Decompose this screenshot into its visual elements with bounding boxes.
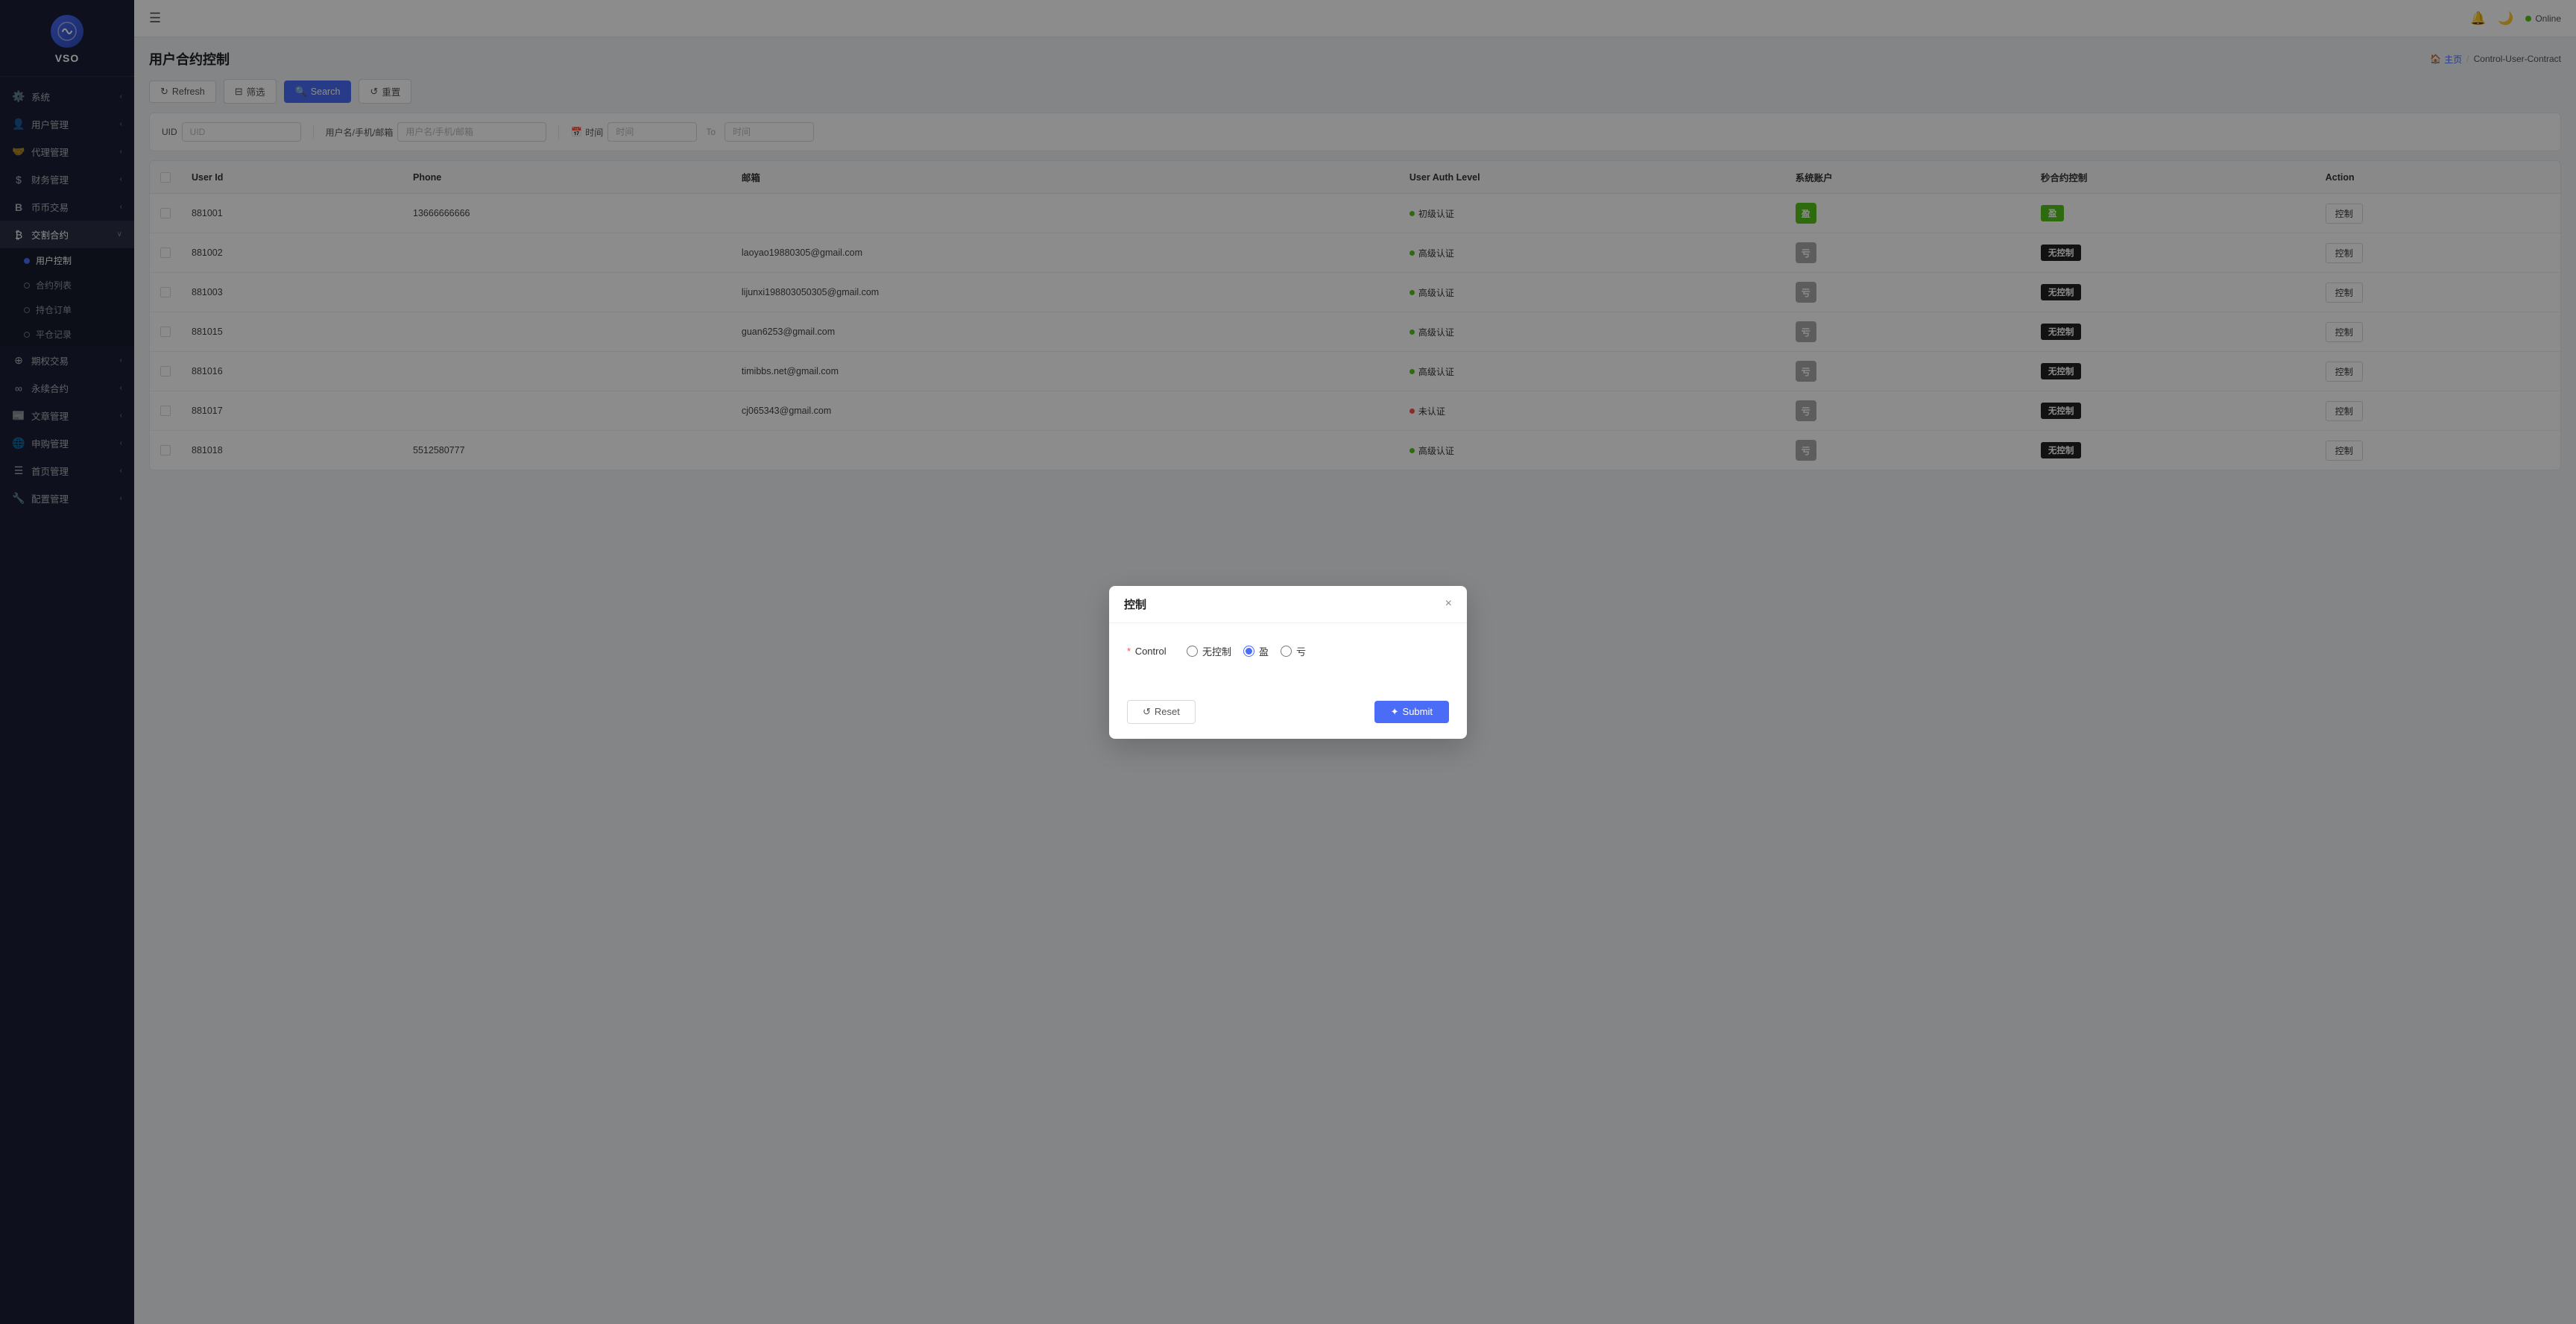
control-modal: 控制 × * Control 无控制 盈 bbox=[1109, 586, 1467, 739]
control-form-label: * Control bbox=[1127, 646, 1187, 657]
control-label-text: Control bbox=[1135, 646, 1167, 657]
submit-icon: ✦ bbox=[1391, 706, 1399, 718]
modal-header: 控制 × bbox=[1109, 586, 1467, 623]
modal-close-button[interactable]: × bbox=[1445, 598, 1452, 610]
control-radio-group: 无控制 盈 亏 bbox=[1187, 644, 1306, 658]
radio-no-control[interactable]: 无控制 bbox=[1187, 644, 1231, 658]
modal-submit-button[interactable]: ✦ Submit bbox=[1374, 701, 1449, 723]
radio-loss[interactable]: 亏 bbox=[1281, 644, 1306, 658]
radio-label-loss: 亏 bbox=[1296, 644, 1306, 658]
modal-submit-label: Submit bbox=[1403, 706, 1433, 717]
modal-title: 控制 bbox=[1124, 596, 1146, 612]
modal-footer: ↺ Reset ✦ Submit bbox=[1109, 691, 1467, 739]
modal-reset-label: Reset bbox=[1155, 706, 1180, 717]
required-star: * bbox=[1127, 646, 1131, 657]
radio-label-no-control: 无控制 bbox=[1202, 644, 1231, 658]
radio-label-profit: 盈 bbox=[1259, 644, 1269, 658]
control-form-row: * Control 无控制 盈 亏 bbox=[1127, 644, 1449, 658]
reset-icon: ↺ bbox=[1143, 706, 1151, 718]
modal-overlay[interactable]: 控制 × * Control 无控制 盈 bbox=[0, 0, 2576, 1324]
radio-input-loss[interactable] bbox=[1281, 646, 1292, 657]
modal-footer-right: ✦ Submit bbox=[1374, 701, 1449, 723]
radio-input-profit[interactable] bbox=[1243, 646, 1254, 657]
modal-reset-button[interactable]: ↺ Reset bbox=[1127, 700, 1196, 724]
radio-input-no-control[interactable] bbox=[1187, 646, 1198, 657]
radio-profit[interactable]: 盈 bbox=[1243, 644, 1269, 658]
modal-footer-left: ↺ Reset bbox=[1127, 700, 1196, 724]
modal-body: * Control 无控制 盈 亏 bbox=[1109, 623, 1467, 691]
